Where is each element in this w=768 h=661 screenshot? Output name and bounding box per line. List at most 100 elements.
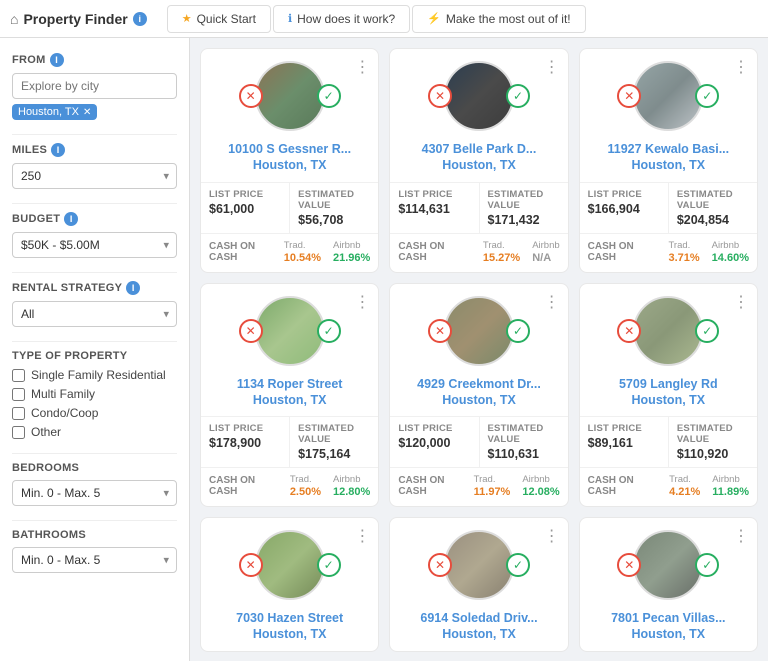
checkbox-multi[interactable]: Multi Family	[12, 387, 177, 401]
estimated-value-col: ESTIMATED VALUE $175,164	[289, 417, 378, 467]
rental-strategy-label: RENTAL STRATEGY i	[12, 281, 177, 295]
card-menu-icon[interactable]: ⋮	[733, 292, 749, 312]
property-cards-grid: ⋮ ✕ ✓ 10100 S Gessner R...Houston, TX LI…	[200, 48, 758, 652]
budget-label: BUDGET i	[12, 212, 177, 226]
checkbox-condo[interactable]: Condo/Coop	[12, 406, 177, 420]
property-link[interactable]: 10100 S Gessner R...Houston, TX	[209, 141, 370, 174]
accept-button[interactable]: ✓	[317, 319, 341, 343]
checkbox-sfr-input[interactable]	[12, 369, 25, 382]
checkbox-other[interactable]: Other	[12, 425, 177, 439]
card-menu-icon[interactable]: ⋮	[544, 57, 560, 77]
tab-quick-start-label: Quick Start	[197, 12, 256, 26]
reject-button[interactable]: ✕	[239, 319, 263, 343]
card-menu-icon[interactable]: ⋮	[354, 526, 370, 546]
tag-close-icon[interactable]: ✕	[83, 107, 91, 118]
card-menu-icon[interactable]: ⋮	[544, 526, 560, 546]
accept-button[interactable]: ✓	[695, 553, 719, 577]
property-image[interactable]	[633, 530, 703, 600]
property-image[interactable]	[444, 61, 514, 131]
estimated-value-col: ESTIMATED VALUE $56,708	[289, 183, 378, 233]
card-menu-icon[interactable]: ⋮	[733, 57, 749, 77]
property-link[interactable]: 1134 Roper StreetHouston, TX	[209, 376, 370, 409]
card-menu-icon[interactable]: ⋮	[544, 292, 560, 312]
accept-button[interactable]: ✓	[506, 553, 530, 577]
list-price-value: $120,000	[398, 436, 470, 450]
checkbox-multi-input[interactable]	[12, 388, 25, 401]
miles-select[interactable]: 250 100 500	[12, 163, 177, 189]
tab-make-most-label: Make the most out of it!	[446, 12, 571, 26]
trad-return-item: Trad. 3.71%	[668, 240, 699, 264]
airbnb-return-item: Airbnb N/A	[532, 240, 559, 264]
accept-button[interactable]: ✓	[506, 319, 530, 343]
property-link[interactable]: 7030 Hazen StreetHouston, TX	[209, 610, 370, 643]
accept-button[interactable]: ✓	[695, 84, 719, 108]
trad-return-item: Trad. 10.54%	[284, 240, 321, 264]
reject-button[interactable]: ✕	[239, 84, 263, 108]
cash-on-cash-label: CASH ON CASH	[209, 241, 272, 263]
bedrooms-select[interactable]: Min. 0 - Max. 5	[12, 480, 177, 506]
property-link[interactable]: 6914 Soledad Driv...Houston, TX	[398, 610, 559, 643]
property-card: ⋮ ✕ ✓ 6914 Soledad Driv...Houston, TX	[389, 517, 568, 652]
property-image[interactable]	[255, 296, 325, 366]
trad-label: Trad.	[474, 474, 511, 485]
trad-return-item: Trad. 2.50%	[290, 474, 321, 498]
checkbox-sfr[interactable]: Single Family Residential	[12, 368, 177, 382]
estimated-value-value: $110,631	[488, 447, 560, 461]
tab-quick-start[interactable]: ★ Quick Start	[167, 5, 271, 33]
card-menu-icon[interactable]: ⋮	[354, 57, 370, 77]
property-image[interactable]	[633, 296, 703, 366]
checkbox-other-input[interactable]	[12, 426, 25, 439]
reject-button[interactable]: ✕	[428, 84, 452, 108]
property-link[interactable]: 4307 Belle Park D...Houston, TX	[398, 141, 559, 174]
property-link[interactable]: 7801 Pecan Villas...Houston, TX	[588, 610, 749, 643]
rental-strategy-select[interactable]: All Traditional Airbnb	[12, 301, 177, 327]
sidebar: FROM i Houston, TX ✕ MILES i 250 100 500	[0, 38, 190, 661]
estimated-value-value: $110,920	[677, 447, 749, 461]
estimated-value-value: $175,164	[298, 447, 370, 461]
property-image[interactable]	[633, 61, 703, 131]
card-menu-icon[interactable]: ⋮	[354, 292, 370, 312]
estimated-value-col: ESTIMATED VALUE $204,854	[668, 183, 757, 233]
tab-how-it-works[interactable]: ℹ How does it work?	[273, 5, 410, 33]
property-image[interactable]	[444, 530, 514, 600]
top-bar: ⌂ Property Finder i ★ Quick Start ℹ How …	[0, 0, 768, 38]
property-image[interactable]	[255, 61, 325, 131]
card-address: 1134 Roper StreetHouston, TX	[201, 372, 378, 417]
trad-label: Trad.	[483, 240, 520, 251]
reject-button[interactable]: ✕	[239, 553, 263, 577]
card-prices: LIST PRICE $178,900 ESTIMATED VALUE $175…	[201, 416, 378, 468]
card-images: ✕ ✓	[201, 518, 378, 606]
tab-make-most[interactable]: ⚡ Make the most out of it!	[412, 5, 585, 33]
trad-return-value: 15.27%	[483, 252, 520, 264]
reject-button[interactable]: ✕	[428, 553, 452, 577]
reject-button[interactable]: ✕	[428, 319, 452, 343]
property-image[interactable]	[444, 296, 514, 366]
bathrooms-select[interactable]: Min. 0 - Max. 5	[12, 547, 177, 573]
accept-button[interactable]: ✓	[506, 84, 530, 108]
estimated-value-label: ESTIMATED VALUE	[298, 189, 370, 211]
rental-info-icon[interactable]: i	[126, 281, 140, 295]
list-price-label: LIST PRICE	[588, 189, 660, 200]
budget-select[interactable]: $50K - $5.00M	[12, 232, 177, 258]
reject-button[interactable]: ✕	[617, 319, 641, 343]
card-address: 6914 Soledad Driv...Houston, TX	[390, 606, 567, 651]
property-image[interactable]	[255, 530, 325, 600]
miles-info-icon[interactable]: i	[51, 143, 65, 157]
list-price-value: $178,900	[209, 436, 281, 450]
card-menu-icon[interactable]: ⋮	[733, 526, 749, 546]
checkbox-sfr-label: Single Family Residential	[31, 368, 166, 382]
card-returns: CASH ON CASH Trad. 15.27% Airbnb N/A	[390, 234, 567, 272]
checkbox-multi-label: Multi Family	[31, 387, 95, 401]
from-info-icon[interactable]: i	[50, 53, 64, 67]
budget-info-icon[interactable]: i	[64, 212, 78, 226]
property-link[interactable]: 11927 Kewalo Basi...Houston, TX	[588, 141, 749, 174]
accept-button[interactable]: ✓	[317, 553, 341, 577]
city-search-input[interactable]	[12, 73, 177, 99]
card-address: 7801 Pecan Villas...Houston, TX	[580, 606, 757, 651]
checkbox-condo-input[interactable]	[12, 407, 25, 420]
property-link[interactable]: 5709 Langley RdHouston, TX	[588, 376, 749, 409]
accept-button[interactable]: ✓	[317, 84, 341, 108]
accept-button[interactable]: ✓	[695, 319, 719, 343]
property-link[interactable]: 4929 Creekmont Dr...Houston, TX	[398, 376, 559, 409]
app-info-icon[interactable]: i	[133, 12, 147, 26]
